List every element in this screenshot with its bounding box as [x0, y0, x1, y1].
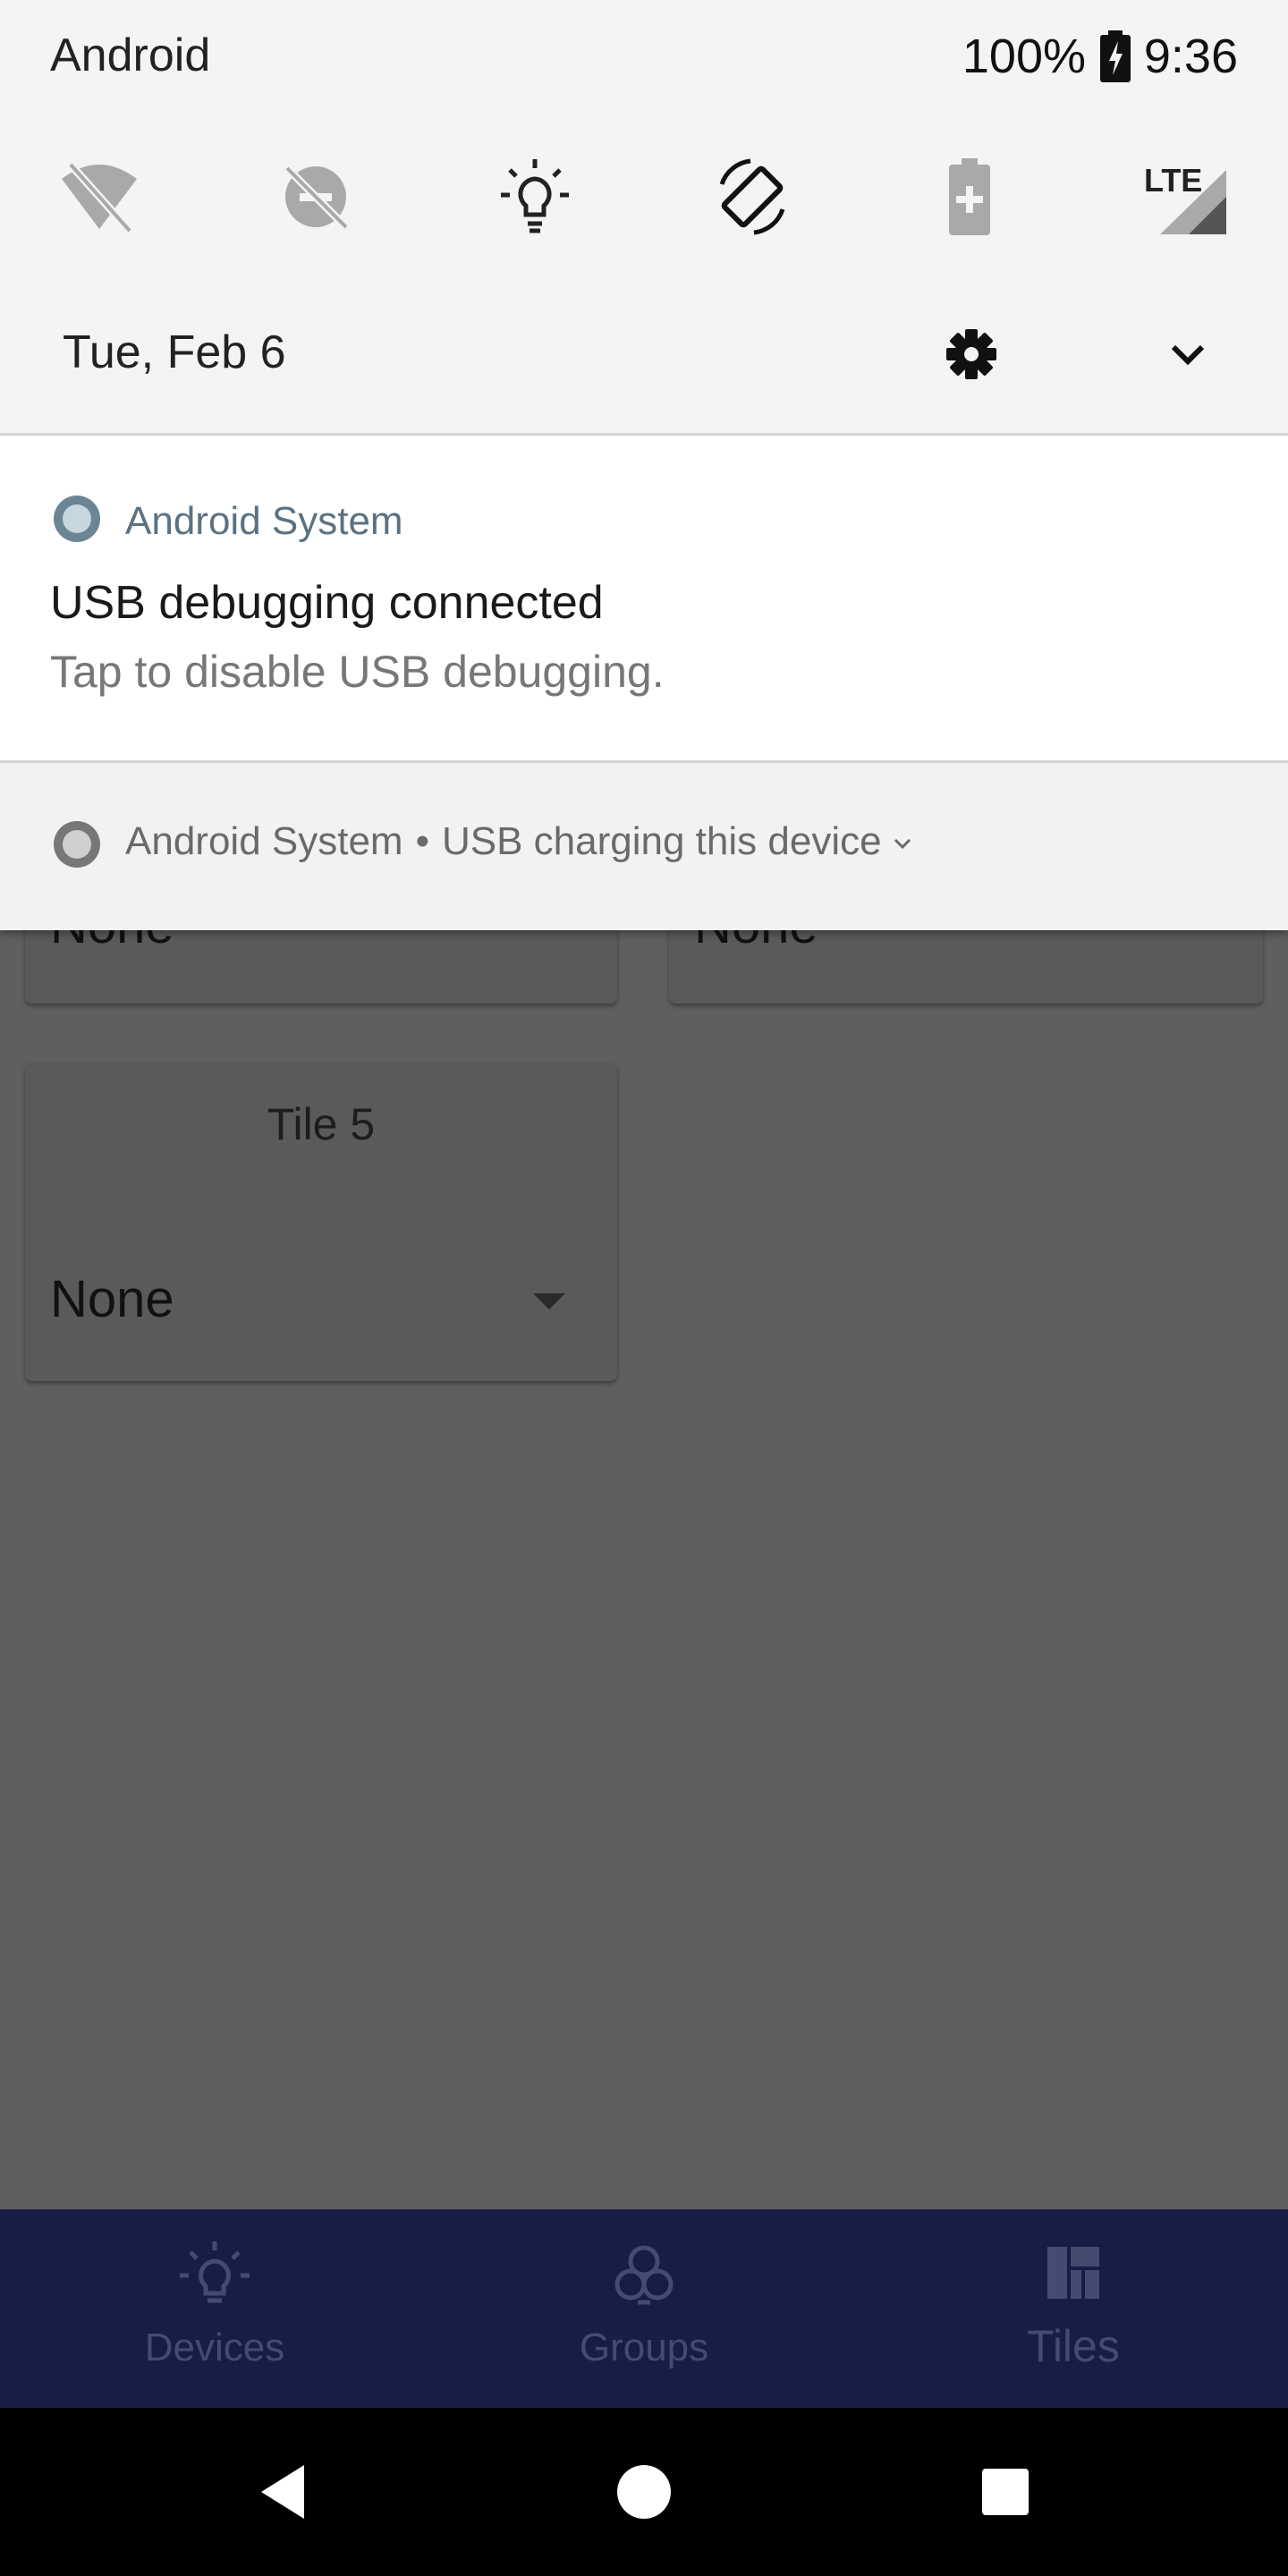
notification-app-name: Android System — [125, 499, 403, 543]
nav-label: Devices — [144, 2326, 285, 2369]
groups-icon — [614, 2245, 674, 2305]
battery-charging-icon — [1100, 30, 1131, 82]
qs-battery-saver[interactable] — [920, 143, 1019, 250]
qs-flashlight[interactable] — [486, 143, 584, 250]
qs-mobile-data[interactable]: LTE — [1136, 143, 1234, 250]
android-system-app-icon — [54, 821, 100, 868]
carrier-label: Android — [50, 30, 211, 81]
notification-title: USB debugging connected — [50, 577, 604, 629]
notification-summary: USB charging this device — [441, 819, 882, 863]
expand-chevron-icon[interactable] — [1163, 329, 1213, 379]
do-not-disturb-off-icon — [284, 165, 350, 231]
svg-text:LTE: LTE — [1144, 162, 1202, 199]
android-system-app-icon — [54, 496, 100, 542]
status-bar: Android 100% 9:36 — [0, 0, 1288, 116]
dropdown-arrow-icon[interactable] — [533, 1293, 565, 1309]
quick-settings-row: LTE — [0, 143, 1288, 250]
nav-label: Tiles — [1027, 2321, 1120, 2371]
notification-app-name: Android System — [125, 819, 403, 863]
back-button[interactable] — [202, 2408, 363, 2576]
back-icon — [261, 2465, 304, 2519]
separator-dot: • — [415, 819, 429, 863]
flashlight-icon — [501, 159, 569, 233]
qs-do-not-disturb[interactable] — [267, 143, 365, 250]
nav-label: Groups — [579, 2326, 709, 2369]
home-icon — [617, 2465, 671, 2519]
clock: 9:36 — [1143, 30, 1238, 83]
tile-5-card[interactable]: Tile 5 None — [25, 1063, 617, 1381]
notification-usb-charging[interactable]: Android System • USB charging this device — [0, 764, 1288, 930]
settings-gear-icon[interactable] — [941, 324, 1002, 385]
recents-icon — [982, 2469, 1029, 2515]
divider — [0, 433, 1288, 436]
lightbulb-icon — [180, 2241, 250, 2303]
shade-header: Tue, Feb 6 — [0, 304, 1288, 402]
recents-button[interactable] — [925, 2408, 1086, 2576]
divider — [0, 760, 1288, 763]
lte-signal-icon: LTE — [1144, 162, 1226, 234]
expand-chevron-icon[interactable] — [891, 832, 914, 855]
notification-summary-line: Android System • USB charging this device — [125, 819, 914, 864]
nav-groups[interactable]: Groups — [429, 2209, 859, 2408]
qs-auto-rotate[interactable] — [703, 143, 801, 250]
tile-title: Tile 5 — [267, 1099, 376, 1149]
bottom-navigation: Devices Groups Tiles — [0, 2209, 1288, 2408]
tiles-icon — [1047, 2247, 1099, 2299]
nav-tiles[interactable]: Tiles — [859, 2209, 1288, 2408]
notification-usb-debugging[interactable]: Android System USB debugging connected T… — [0, 436, 1288, 760]
qs-wifi[interactable] — [50, 143, 148, 250]
notification-shade: Android 100% 9:36 LTE Tue, Feb 6 Android… — [0, 0, 1288, 930]
battery-percent: 100% — [962, 30, 1086, 83]
wifi-off-icon — [62, 162, 137, 233]
home-button[interactable] — [564, 2408, 724, 2576]
system-navigation-bar — [0, 2408, 1288, 2576]
tile-dropdown-value[interactable]: None — [50, 1269, 174, 1329]
battery-saver-icon — [949, 158, 990, 235]
notification-text: Tap to disable USB debugging. — [50, 647, 665, 697]
date-label: Tue, Feb 6 — [63, 326, 286, 378]
nav-devices[interactable]: Devices — [0, 2209, 429, 2408]
auto-rotate-icon — [719, 158, 785, 235]
